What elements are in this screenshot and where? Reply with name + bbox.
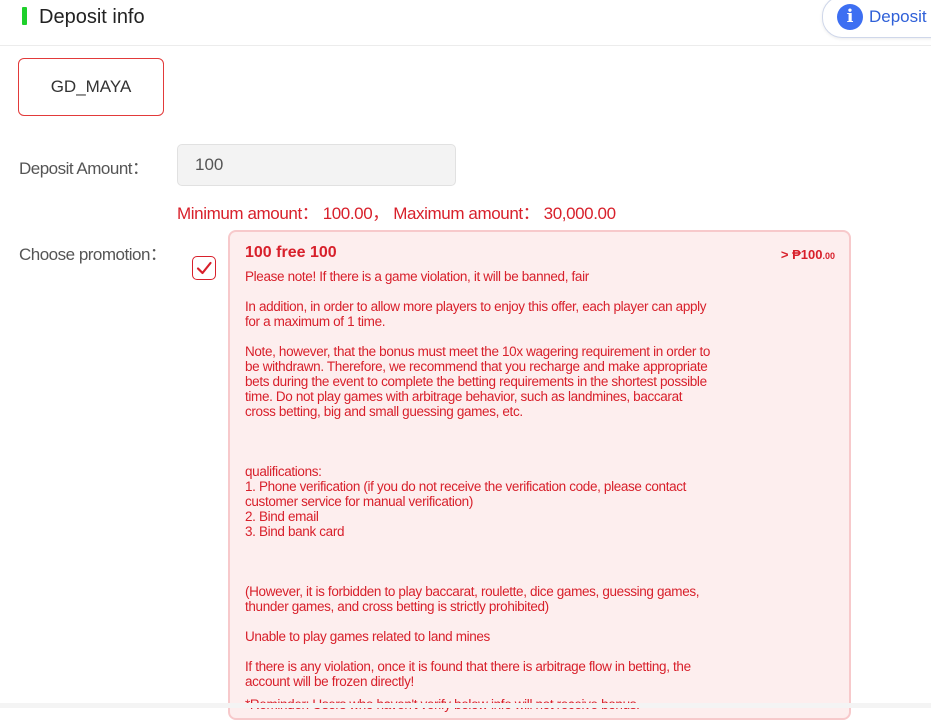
promotion-text-line: bets during the event to complete the be…	[245, 374, 707, 389]
promotion-amount-value: > ₱100	[780, 247, 823, 262]
promotion-checkbox[interactable]	[192, 256, 216, 280]
promotion-text-line: Unable to play games related to land min…	[245, 629, 490, 644]
deposit-info-button[interactable]: i Deposit	[822, 0, 931, 38]
promotion-title: 100 free 100	[245, 244, 337, 261]
promotion-text-line: 2. Bind email	[245, 509, 319, 524]
payment-channel-gd-maya[interactable]: GD_MAYA	[18, 58, 164, 116]
promotion-text-line: account will be frozen directly!	[245, 674, 414, 689]
choose-promotion-label: Choose promotion：	[19, 245, 167, 264]
deposit-amount-input[interactable]	[177, 144, 456, 186]
promotion-text-line: 3. Bind bank card	[245, 524, 345, 539]
promotion-text-line: customer service for manual verification…	[245, 494, 473, 509]
amount-limits-text: Minimum amount： 100.00， Maximum amount： …	[177, 204, 616, 223]
promotion-text-line: 1. Phone verification (if you do not rec…	[245, 479, 687, 494]
promotion-description: Please note! If there is a game violatio…	[245, 269, 775, 712]
page-title: Deposit info	[39, 6, 145, 28]
promotion-text-line: be withdrawn. Therefore, we recommend th…	[245, 359, 708, 374]
checkmark-icon	[196, 261, 212, 275]
bottom-divider	[0, 703, 931, 708]
promotion-card[interactable]: 100 free 100 > ₱100.00 Please note! If t…	[228, 230, 851, 720]
promotion-amount: > ₱100.00	[781, 247, 835, 262]
promotion-amount-cents: .00	[822, 251, 835, 261]
promotion-text-line: Please note! If there is a game violatio…	[245, 269, 589, 284]
deposit-amount-label: Deposit Amount：	[19, 159, 149, 178]
header-accent-bar	[22, 7, 27, 25]
promotion-text-line: time. Do not play games with arbitrage b…	[245, 389, 683, 404]
deposit-button-label: Deposit	[869, 7, 927, 26]
promotion-text-line: thunder games, and cross betting is stri…	[245, 599, 549, 614]
promotion-text-line: Note, however, that the bonus must meet …	[245, 344, 711, 359]
promotion-text-line: In addition, in order to allow more play…	[245, 299, 707, 314]
promotion-text-line: If there is any violation, once it is fo…	[245, 659, 691, 674]
promotion-text-line: cross betting, big and small guessing ga…	[245, 404, 523, 419]
page-header: Deposit info i Deposit	[0, 0, 931, 46]
info-icon: i	[837, 4, 863, 30]
promotion-text-line: (However, it is forbidden to play baccar…	[245, 584, 700, 599]
promotion-text-line: for a maximum of 1 time.	[245, 314, 386, 329]
promotion-text-line: qualifications:	[245, 464, 322, 479]
